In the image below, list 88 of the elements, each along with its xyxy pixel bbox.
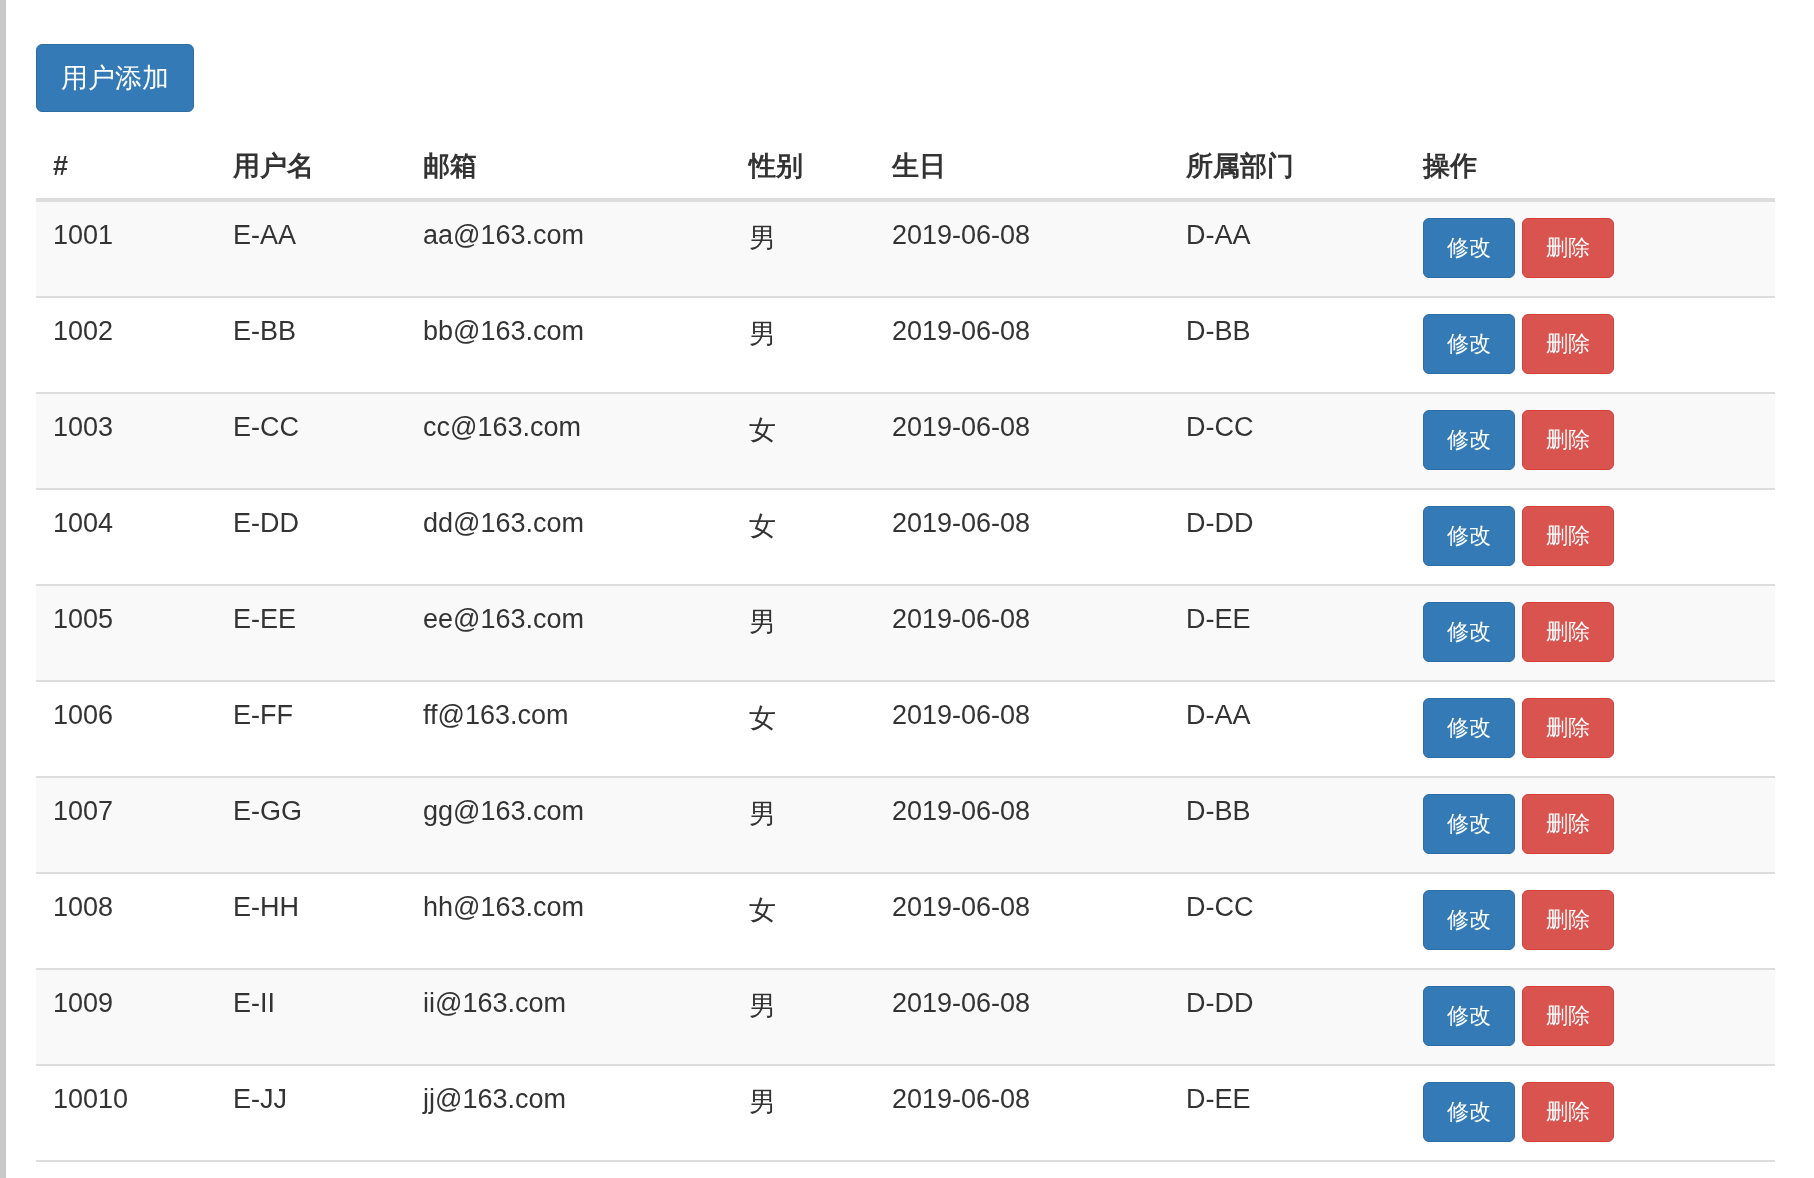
table-cell: 2019-06-08: [892, 796, 1031, 826]
edit-button[interactable]: 修改: [1423, 890, 1515, 950]
column-header: 操作: [1423, 151, 1477, 181]
table-cell: E-HH: [233, 892, 299, 922]
table-cell: E-JJ: [233, 1084, 287, 1114]
add-user-button[interactable]: 用户添加: [36, 44, 194, 112]
delete-button[interactable]: 删除: [1522, 314, 1614, 374]
column-header: 用户名: [233, 151, 314, 181]
table-cell: D-AA: [1186, 220, 1251, 250]
edit-button[interactable]: 修改: [1423, 794, 1515, 854]
table-cell: 男: [749, 1087, 776, 1117]
table-cell: dd@163.com: [423, 508, 584, 538]
table-cell: D-DD: [1186, 988, 1254, 1018]
column-header: 邮箱: [423, 151, 477, 181]
delete-button[interactable]: 删除: [1522, 506, 1614, 566]
table-cell: ee@163.com: [423, 604, 584, 634]
delete-button[interactable]: 删除: [1522, 410, 1614, 470]
edit-button[interactable]: 修改: [1423, 410, 1515, 470]
delete-button[interactable]: 删除: [1522, 218, 1614, 278]
table-cell: 2019-06-08: [892, 700, 1031, 730]
table-cell: aa@163.com: [423, 220, 584, 250]
table-cell: ii@163.com: [423, 988, 566, 1018]
table-cell: 1004: [53, 508, 114, 538]
table-cell: 男: [749, 799, 776, 829]
table-cell: D-DD: [1186, 508, 1254, 538]
table-cell: 男: [749, 319, 776, 349]
table-cell: 2019-06-08: [892, 316, 1031, 346]
table-cell: 女: [749, 511, 776, 541]
table-cell: ff@163.com: [423, 700, 569, 730]
table-cell: 1003: [53, 412, 114, 442]
table-cell: 2019-06-08: [892, 604, 1031, 634]
edit-button[interactable]: 修改: [1423, 314, 1515, 374]
table-cell: 2019-06-08: [892, 220, 1031, 250]
table-cell: E-CC: [233, 412, 299, 442]
table-cell: D-BB: [1186, 796, 1251, 826]
table-cell: 女: [749, 895, 776, 925]
table-cell: D-CC: [1186, 412, 1254, 442]
column-header: 生日: [892, 151, 946, 181]
table-cell: hh@163.com: [423, 892, 584, 922]
delete-button[interactable]: 删除: [1522, 602, 1614, 662]
table-cell: E-II: [233, 988, 275, 1018]
table-cell: 1006: [53, 700, 114, 730]
column-header: 所属部门: [1186, 151, 1294, 181]
table-cell: 1002: [53, 316, 114, 346]
table-cell: 1005: [53, 604, 114, 634]
table-cell: E-AA: [233, 220, 297, 250]
delete-button[interactable]: 删除: [1522, 986, 1614, 1046]
table-cell: 2019-06-08: [892, 892, 1031, 922]
table-cell: E-FF: [233, 700, 293, 730]
table-cell: jj@163.com: [423, 1084, 566, 1114]
table-cell: 1009: [53, 988, 114, 1018]
table-cell: E-EE: [233, 604, 297, 634]
table-cell: D-EE: [1186, 604, 1251, 634]
edit-button[interactable]: 修改: [1423, 698, 1515, 758]
table-cell: 男: [749, 607, 776, 637]
table-cell: E-DD: [233, 508, 299, 538]
table-cell: 女: [749, 415, 776, 445]
table-cell: E-BB: [233, 316, 297, 346]
column-header: 性别: [749, 151, 803, 181]
delete-button[interactable]: 删除: [1522, 1082, 1614, 1142]
table-cell: bb@163.com: [423, 316, 584, 346]
delete-button[interactable]: 删除: [1522, 698, 1614, 758]
table-cell: cc@163.com: [423, 412, 581, 442]
table-cell: 2019-06-08: [892, 412, 1031, 442]
table-cell: D-AA: [1186, 700, 1251, 730]
table-cell: 1007: [53, 796, 114, 826]
edit-button[interactable]: 修改: [1423, 1082, 1515, 1142]
table-cell: 男: [749, 991, 776, 1021]
table-cell: D-EE: [1186, 1084, 1251, 1114]
edit-button[interactable]: 修改: [1423, 506, 1515, 566]
table-cell: D-BB: [1186, 316, 1251, 346]
table-cell: 2019-06-08: [892, 508, 1031, 538]
table-cell: 1008: [53, 892, 114, 922]
table-cell: 女: [749, 703, 776, 733]
table-cell: 2019-06-08: [892, 988, 1031, 1018]
edit-button[interactable]: 修改: [1423, 986, 1515, 1046]
delete-button[interactable]: 删除: [1522, 890, 1614, 950]
table-cell: gg@163.com: [423, 796, 584, 826]
delete-button[interactable]: 删除: [1522, 794, 1614, 854]
edit-button[interactable]: 修改: [1423, 218, 1515, 278]
table-cell: 10010: [53, 1084, 129, 1114]
column-header: #: [53, 150, 69, 181]
edit-button[interactable]: 修改: [1423, 602, 1515, 662]
table-cell: D-CC: [1186, 892, 1254, 922]
table-cell: E-GG: [233, 796, 302, 826]
table-cell: 男: [749, 223, 776, 253]
table-cell: 2019-06-08: [892, 1084, 1031, 1114]
table-cell: 1001: [53, 220, 114, 250]
